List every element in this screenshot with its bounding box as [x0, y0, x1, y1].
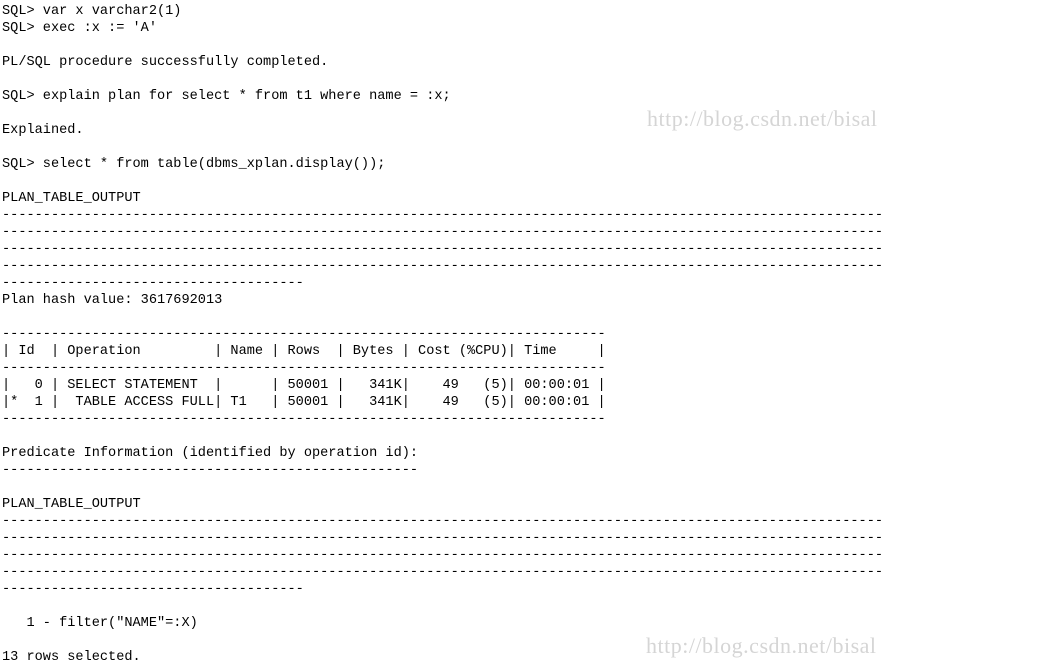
line: -------------------------------------	[2, 276, 304, 291]
sql-terminal-output: SQL> var x varchar2(1) SQL> exec :x := '…	[0, 0, 1040, 666]
line: 13 rows selected.	[2, 650, 141, 665]
line: ----------------------------------------…	[2, 412, 606, 427]
line: ----------------------------------------…	[2, 565, 883, 580]
line: PLAN_TABLE_OUTPUT	[2, 497, 141, 512]
line: ----------------------------------------…	[2, 463, 418, 478]
line: ----------------------------------------…	[2, 548, 883, 563]
line: ----------------------------------------…	[2, 531, 883, 546]
line: | Id | Operation | Name | Rows | Bytes |…	[2, 344, 606, 359]
line: Predicate Information (identified by ope…	[2, 446, 418, 461]
line: | 0 | SELECT STATEMENT | | 50001 | 341K|…	[2, 378, 606, 393]
line: SQL> select * from table(dbms_xplan.disp…	[2, 157, 385, 172]
line: Explained.	[2, 123, 84, 138]
line: ----------------------------------------…	[2, 208, 883, 223]
line: ----------------------------------------…	[2, 259, 883, 274]
line: Plan hash value: 3617692013	[2, 293, 222, 308]
line: SQL> exec :x := 'A'	[2, 21, 157, 36]
line: ----------------------------------------…	[2, 514, 883, 529]
line: PLAN_TABLE_OUTPUT	[2, 191, 141, 206]
line: ----------------------------------------…	[2, 242, 883, 257]
line: PL/SQL procedure successfully completed.	[2, 55, 328, 70]
line: ----------------------------------------…	[2, 225, 883, 240]
line: ----------------------------------------…	[2, 327, 606, 342]
line: ----------------------------------------…	[2, 361, 606, 376]
line: |* 1 | TABLE ACCESS FULL| T1 | 50001 | 3…	[2, 395, 606, 410]
line: SQL> var x varchar2(1)	[2, 4, 181, 19]
line: SQL> explain plan for select * from t1 w…	[2, 89, 451, 104]
line: 1 - filter("NAME"=:X)	[2, 616, 198, 631]
line: -------------------------------------	[2, 582, 304, 597]
